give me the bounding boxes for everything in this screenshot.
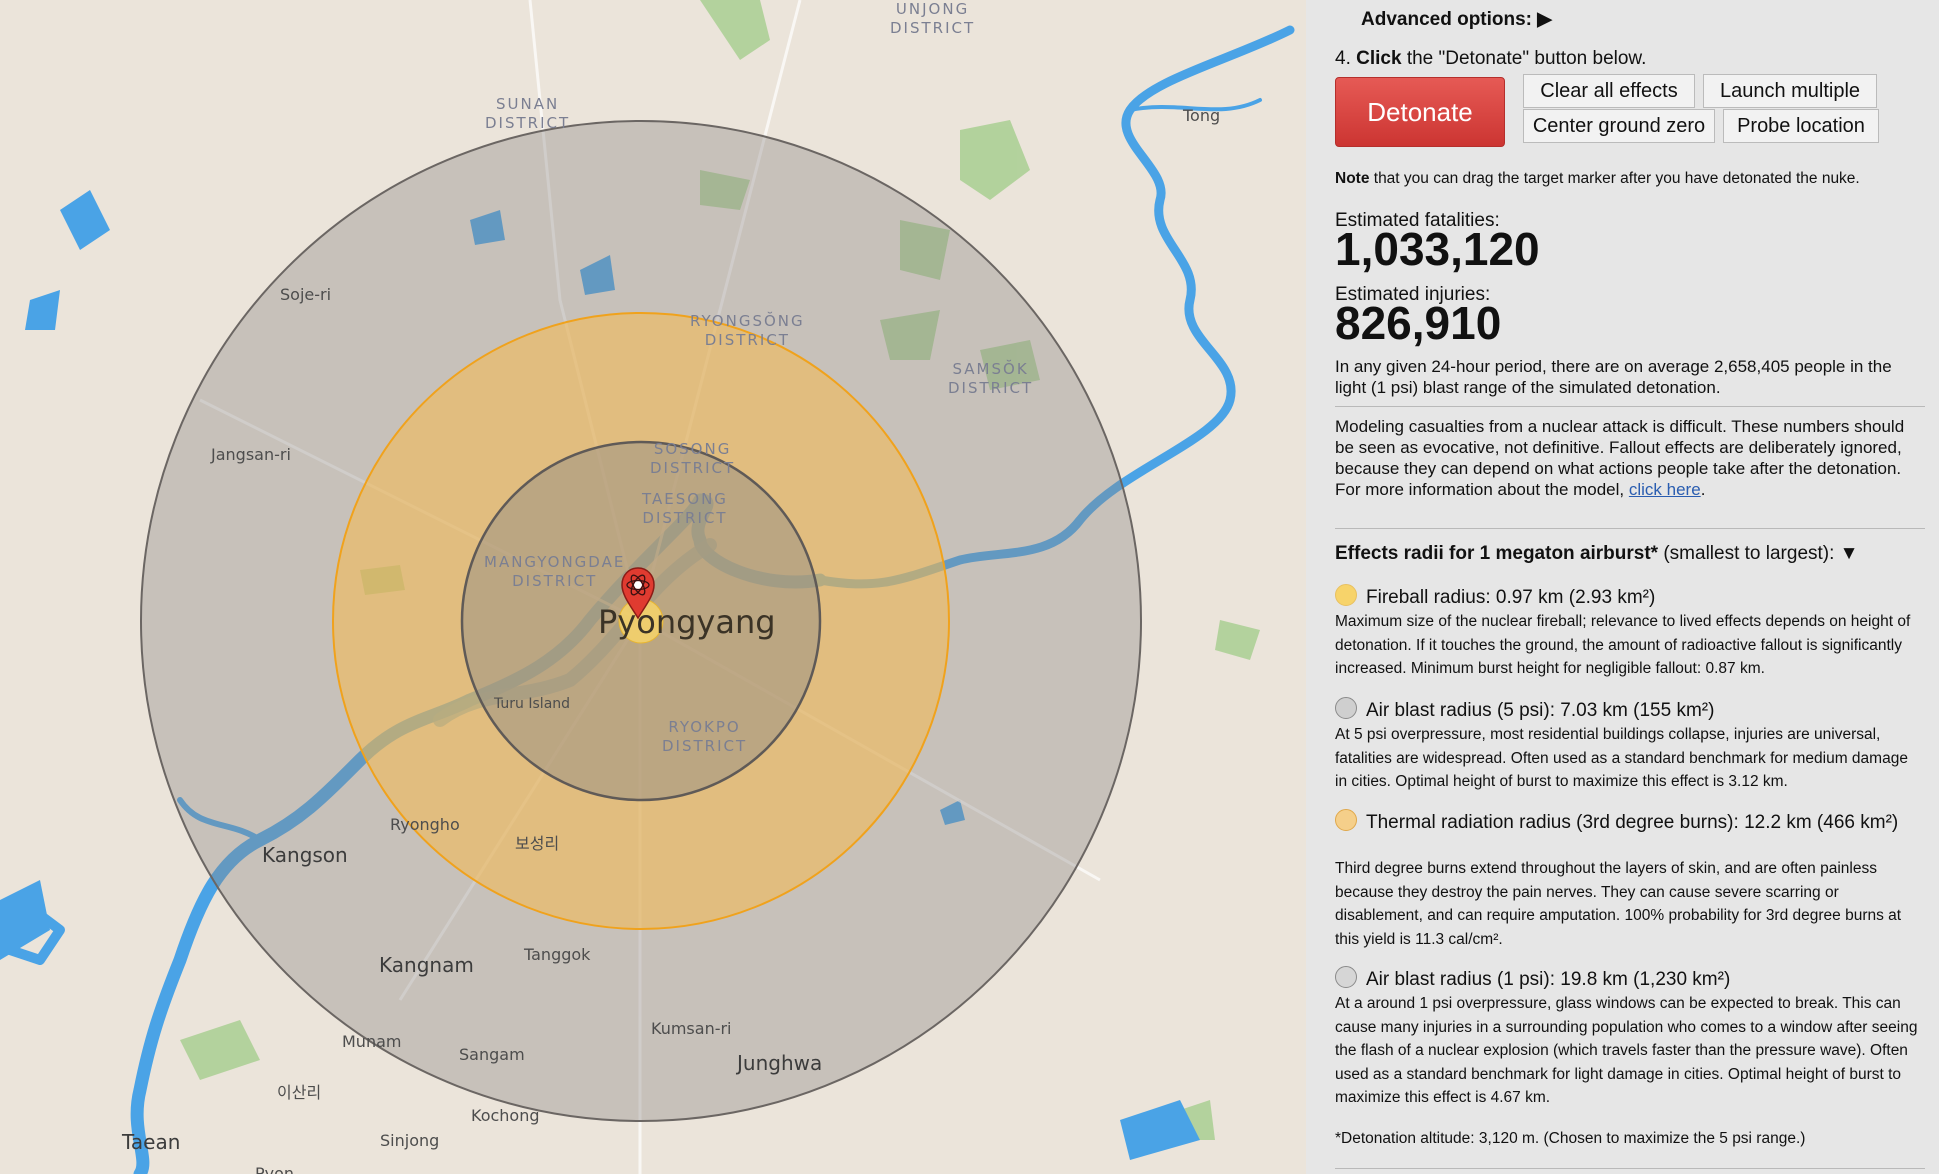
- city-label-pyongyang: Pyongyang: [598, 603, 776, 641]
- place-label: SUNAN DISTRICT: [485, 95, 571, 132]
- thermal-color-dot[interactable]: [1335, 809, 1357, 831]
- place-label: RYONGSŎNG DISTRICT: [690, 312, 805, 349]
- map-canvas[interactable]: [0, 0, 1306, 1174]
- fatalities-value: 1,033,120: [1335, 223, 1540, 275]
- place-label: Jangsan-ri: [211, 445, 291, 464]
- model-info-link[interactable]: click here: [1629, 480, 1701, 499]
- blast-1psi-effect-desc: At a around 1 psi overpressure, glass wi…: [1335, 995, 1918, 1106]
- detonation-altitude-footnote: *Detonation altitude: 3,120 m. (Chosen t…: [1335, 1130, 1806, 1147]
- center-ground-zero-button[interactable]: Center ground zero: [1523, 109, 1715, 143]
- place-label: SAMSŎK DISTRICT: [948, 360, 1034, 397]
- modeling-disclaimer: Modeling casualties from a nuclear attac…: [1335, 417, 1905, 499]
- place-label: Taean: [122, 1130, 181, 1154]
- place-label: Ryongho: [390, 815, 460, 834]
- injuries-value: 826,910: [1335, 297, 1502, 349]
- place-label: Munam: [342, 1032, 402, 1051]
- probe-location-button[interactable]: Probe location: [1723, 109, 1879, 143]
- divider: [1335, 406, 1925, 407]
- place-label: Soje-ri: [280, 285, 332, 304]
- place-label: Tanggok: [524, 945, 591, 964]
- place-label: Turu Island: [494, 696, 571, 712]
- fireball-color-dot[interactable]: [1335, 584, 1357, 606]
- thermal-effect-desc: Third degree burns extend throughout the…: [1335, 860, 1902, 948]
- place-label: RYOKPO DISTRICT: [662, 718, 748, 755]
- divider: [1335, 528, 1925, 529]
- map-view[interactable]: UNJONG DISTRICT SUNAN DISTRICT RYONGSŎNG…: [0, 0, 1306, 1174]
- clear-all-effects-button[interactable]: Clear all effects: [1523, 74, 1695, 108]
- blast-1psi-color-dot[interactable]: [1335, 966, 1357, 988]
- place-label: Kumsan-ri: [651, 1019, 732, 1038]
- place-label: 보성리: [515, 834, 560, 853]
- place-label: UNJONG DISTRICT: [890, 0, 976, 37]
- blast-5psi-effect-title[interactable]: Air blast radius (5 psi): 7.03 km (155 k…: [1335, 697, 1915, 723]
- place-label: SOSONG DISTRICT: [650, 440, 736, 477]
- daily-population-text: In any given 24-hour period, there are o…: [1335, 357, 1892, 397]
- side-panel: Advanced options: ▶ 4. Click the "Detona…: [1306, 0, 1939, 1174]
- place-label: Kangnam: [379, 953, 474, 977]
- place-label: Pyon: [255, 1164, 295, 1174]
- place-label: Kochong: [471, 1106, 540, 1125]
- blast-5psi-effect-desc: At 5 psi overpressure, most residential …: [1335, 726, 1908, 790]
- effects-radii-heading[interactable]: Effects radii for 1 megaton airburst* (s…: [1335, 543, 1859, 565]
- place-label: TAESONG DISTRICT: [642, 490, 728, 527]
- place-label: MANGYONGDAE DISTRICT: [484, 553, 626, 590]
- blast-1psi-effect-title[interactable]: Air blast radius (1 psi): 19.8 km (1,230…: [1335, 966, 1915, 992]
- thermal-effect-title[interactable]: Thermal radiation radius (3rd degree bur…: [1335, 809, 1915, 835]
- place-label: Kangson: [262, 843, 348, 867]
- detonate-button[interactable]: Detonate: [1335, 77, 1505, 147]
- place-label: Junghwa: [737, 1051, 823, 1075]
- blast-5psi-color-dot[interactable]: [1335, 697, 1357, 719]
- drag-note: Note that you can drag the target marker…: [1335, 170, 1860, 187]
- step-instruction: 4. Click the "Detonate" button below.: [1335, 48, 1647, 69]
- fireball-effect-title[interactable]: Fireball radius: 0.97 km (2.93 km²): [1335, 584, 1915, 610]
- divider: [1335, 1168, 1925, 1169]
- place-label: Sinjong: [380, 1131, 440, 1150]
- fireball-effect-desc: Maximum size of the nuclear fireball; re…: [1335, 613, 1911, 677]
- advanced-options-toggle[interactable]: Advanced options: ▶: [1361, 8, 1552, 31]
- place-label: Sangam: [459, 1045, 525, 1064]
- place-label: 이산리: [277, 1083, 322, 1102]
- launch-multiple-button[interactable]: Launch multiple: [1703, 74, 1877, 108]
- place-label: Tong: [1183, 106, 1221, 125]
